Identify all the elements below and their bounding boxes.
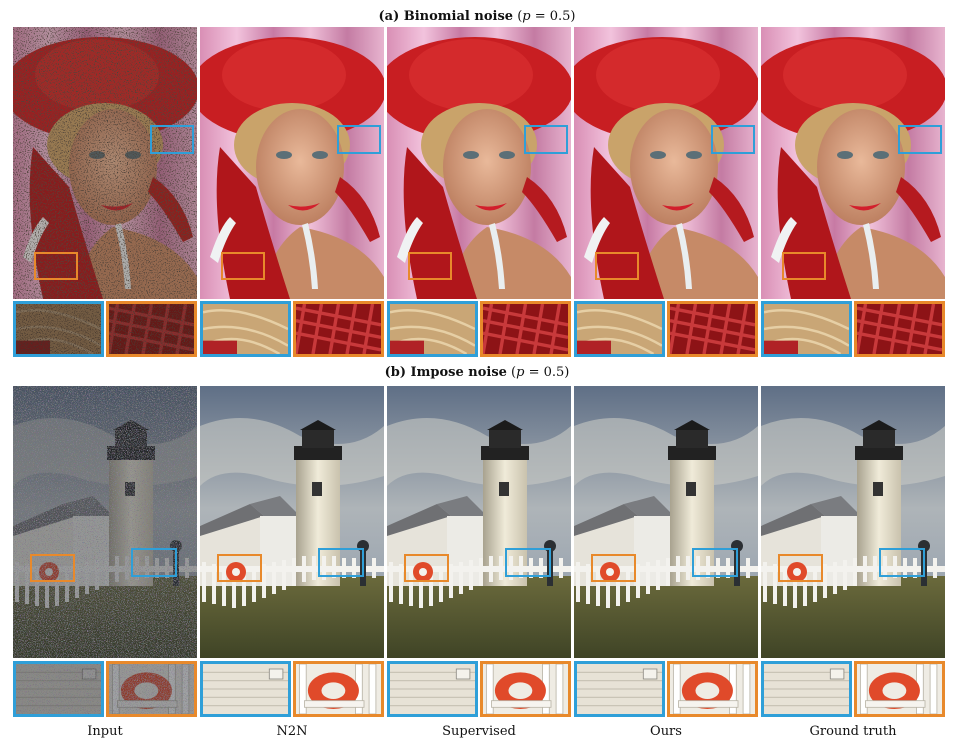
- row-a-n2n-orange-crop: [293, 301, 384, 357]
- row-b-ours-blue-crop: [574, 661, 665, 717]
- row-a-n2n-orange-box: [221, 252, 265, 280]
- row-a-ours-blue-crop: [574, 301, 665, 357]
- row-a-gt-orange-crop: [854, 301, 945, 357]
- row-a-supervised-blue-crop: [387, 301, 478, 357]
- row-b-n2n-image: [200, 386, 384, 658]
- row-a-input-orange-box: [34, 252, 78, 280]
- row-a-supervised-image: [387, 27, 571, 299]
- row-b-ground-truth-image: [761, 386, 945, 658]
- row-b-title: (b) Impose noise (p = 0.5): [0, 365, 954, 381]
- row-b-gt-orange-crop: [854, 661, 945, 717]
- row-b-title-eq: = 0.5): [524, 365, 570, 380]
- row-b-n2n-blue-box: [318, 548, 364, 577]
- column-label-input: Input: [87, 724, 123, 739]
- row-b-input-blue-crop: [13, 661, 104, 717]
- row-a-n2n-image: [200, 27, 384, 299]
- row-b-gt-orange-box: [778, 554, 823, 582]
- row-a-supervised-orange-box: [408, 252, 452, 280]
- row-b-input-image: [13, 386, 197, 658]
- row-b-title-bold: (b) Impose noise: [384, 365, 507, 380]
- row-b-ours-image: [574, 386, 758, 658]
- row-b-input-blue-box: [131, 548, 177, 577]
- row-a-ours-orange-crop: [667, 301, 758, 357]
- row-b-ours-blue-box: [692, 548, 738, 577]
- row-a-gt-blue-crop: [761, 301, 852, 357]
- row-b-ours-orange-crop: [667, 661, 758, 717]
- row-a-ours-image: [574, 27, 758, 299]
- row-a-supervised-blue-box: [524, 125, 568, 154]
- column-label-supervised: Supervised: [442, 724, 516, 739]
- row-b-gt-blue-box: [879, 548, 925, 577]
- row-a-title-eq: = 0.5): [530, 9, 576, 24]
- row-a-ours-blue-box: [711, 125, 755, 154]
- column-label-ground-truth: Ground truth: [809, 724, 897, 739]
- row-b-supervised-orange-crop: [480, 661, 571, 717]
- row-a-input-blue-box: [150, 125, 194, 154]
- column-label-n2n: N2N: [276, 724, 308, 739]
- row-b-gt-blue-crop: [761, 661, 852, 717]
- row-a-supervised-orange-crop: [480, 301, 571, 357]
- row-a-gt-blue-box: [898, 125, 942, 154]
- column-label-ours: Ours: [650, 724, 682, 739]
- row-a-input-orange-crop: [106, 301, 197, 357]
- row-b-input-orange-box: [30, 554, 75, 582]
- row-a-input-blue-crop: [13, 301, 104, 357]
- row-b-n2n-orange-crop: [293, 661, 384, 717]
- row-b-n2n-blue-crop: [200, 661, 291, 717]
- row-a-ours-orange-box: [595, 252, 639, 280]
- row-a-n2n-blue-box: [337, 125, 381, 154]
- row-a-ground-truth-image: [761, 27, 945, 299]
- row-a-input-image: [13, 27, 197, 299]
- row-b-supervised-image: [387, 386, 571, 658]
- row-b-supervised-orange-box: [404, 554, 449, 582]
- row-a-title-var: p: [522, 9, 531, 24]
- row-b-supervised-blue-box: [505, 548, 551, 577]
- row-b-ours-orange-box: [591, 554, 636, 582]
- row-a-title-bold: (a) Binomial noise: [378, 9, 514, 24]
- row-b-n2n-orange-box: [217, 554, 262, 582]
- row-a-title: (a) Binomial noise (p = 0.5): [0, 9, 954, 25]
- row-a-n2n-blue-crop: [200, 301, 291, 357]
- row-a-gt-orange-box: [782, 252, 826, 280]
- row-b-supervised-blue-crop: [387, 661, 478, 717]
- row-b-input-orange-crop: [106, 661, 197, 717]
